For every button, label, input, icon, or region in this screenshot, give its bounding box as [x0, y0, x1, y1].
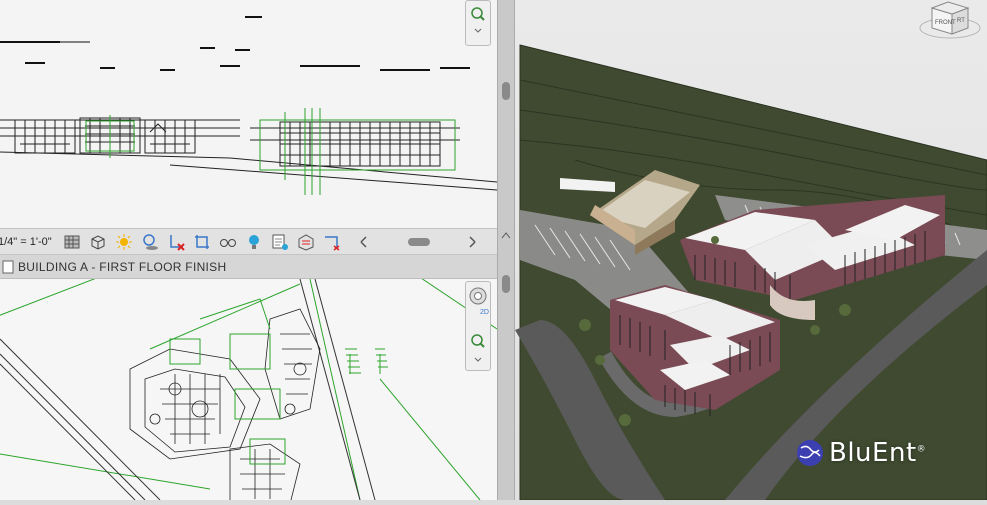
elevation-view[interactable] [0, 0, 497, 228]
elevation-drawing [0, 16, 497, 195]
scroll-thumb [408, 238, 430, 246]
shadows-icon[interactable] [140, 232, 160, 252]
detail-level-icon[interactable] [62, 232, 82, 252]
highlight-displacement-icon[interactable] [322, 232, 342, 252]
scroll-up-icon [501, 232, 511, 239]
horizontal-scrollbar[interactable] [358, 234, 478, 250]
plan-view-title: BUILDING A - FIRST FLOOR FINISH [18, 259, 227, 274]
lightbulb-icon[interactable] [244, 232, 264, 252]
scroll-right-icon [469, 236, 476, 248]
analytical-model-icon[interactable] [296, 232, 316, 252]
view-control-bar: 1/4" = 1'-0" [0, 228, 497, 255]
plan-navigation-bar[interactable]: 2D [465, 281, 491, 371]
floor-plan-view[interactable]: 2D [0, 279, 497, 500]
brand-name: BluEnt [829, 438, 917, 468]
sun-path-icon[interactable] [114, 232, 134, 252]
zoom-region-icon [471, 334, 485, 348]
steering-wheel-2d-icon [469, 287, 487, 305]
brand-registered-mark: ® [916, 444, 927, 455]
brand-logo: BluEnt® [795, 438, 926, 468]
zoom-region-icon[interactable] [466, 1, 490, 45]
globe-icon [797, 440, 823, 466]
viewcube-icon: FRONT RT [919, 1, 981, 39]
viewcube-front-label: FRONT [935, 20, 956, 26]
scroll-left-icon [360, 236, 367, 248]
3d-view[interactable]: FRONT RT [515, 0, 987, 500]
visual-style-icon[interactable] [88, 232, 108, 252]
elevation-navigation-bar[interactable] [465, 0, 491, 46]
vertical-scrollbar[interactable] [497, 0, 515, 500]
view-scale-label[interactable]: 1/4" = 1'-0" [0, 236, 62, 248]
scroll-thumb-lower [502, 275, 510, 293]
view-document-icon [2, 260, 14, 273]
3d-site-model: FRONT RT [515, 1, 987, 500]
worksharing-icon[interactable] [270, 232, 290, 252]
crop-view-icon[interactable] [166, 232, 186, 252]
show-crop-icon[interactable] [192, 232, 212, 252]
temporary-hide-icon[interactable] [218, 232, 238, 252]
chevron-down-icon [474, 357, 482, 362]
viewcube-side-label: RT [957, 18, 965, 24]
plan-view-title-bar[interactable]: BUILDING A - FIRST FLOOR FINISH [0, 255, 497, 279]
site-plan-drawing [0, 279, 497, 500]
nav-2d-label: 2D [480, 309, 489, 316]
scroll-thumb [502, 82, 510, 100]
